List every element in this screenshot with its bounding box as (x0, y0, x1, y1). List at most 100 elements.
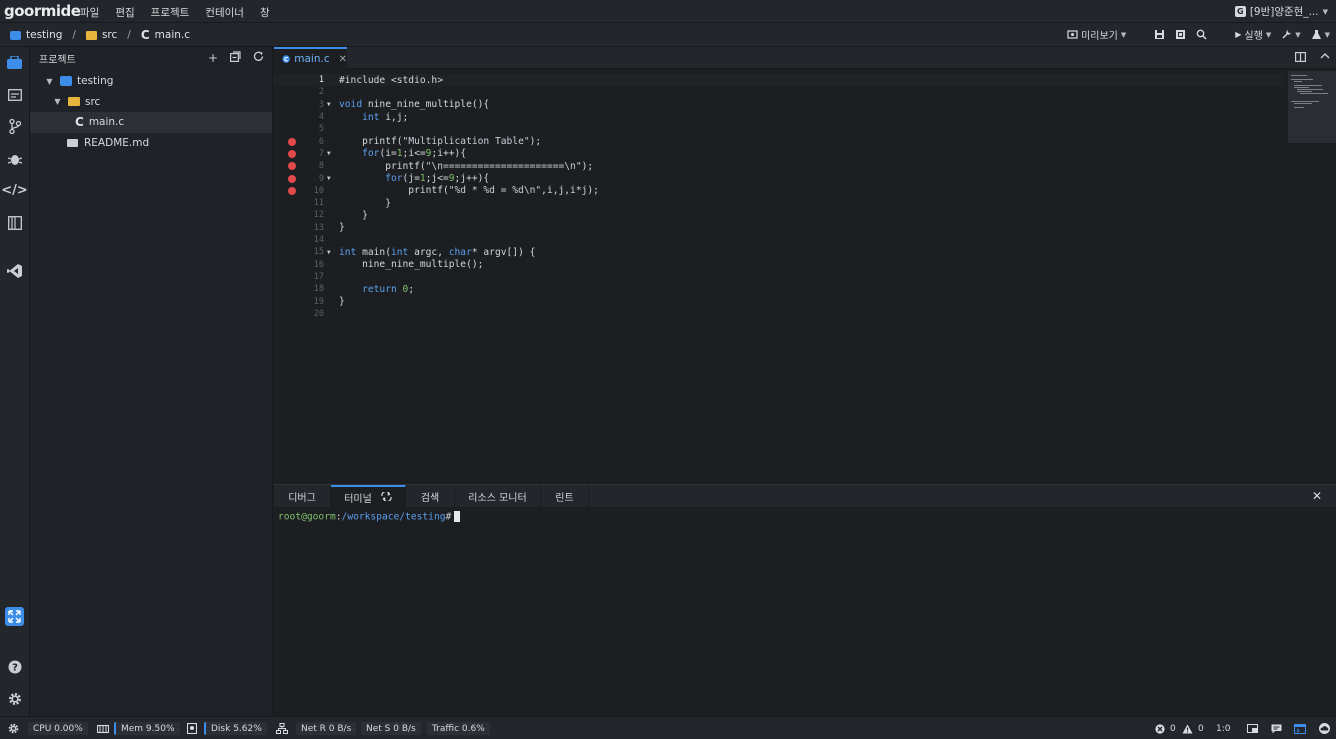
tree-item-file[interactable]: README.md (30, 133, 272, 154)
settings-gear-icon[interactable] (8, 722, 19, 735)
breadcrumb-project[interactable]: testing (26, 29, 62, 41)
code-line[interactable]: 16 nine_nine_multiple(); (274, 259, 1284, 271)
code-line[interactable]: 1 #include <stdio.h> (274, 74, 1284, 87)
line-number[interactable]: 10 (300, 186, 324, 196)
warning-count[interactable]: 0 (1182, 722, 1204, 735)
code-line[interactable]: 11 } (274, 197, 1284, 209)
line-number[interactable]: 1 (300, 75, 324, 85)
build-button[interactable]: ▼ (1281, 29, 1301, 40)
fold-chevron-icon[interactable]: ▼ (327, 249, 331, 256)
line-number[interactable]: 18 (300, 284, 324, 294)
code-line[interactable]: 14 (274, 234, 1284, 246)
code-line[interactable]: 4 int i,j; (274, 111, 1284, 123)
tree-item-project[interactable]: ▼ testing (30, 71, 272, 92)
code-line[interactable]: 18 return 0; (274, 283, 1284, 295)
fold-chevron-icon[interactable]: ▼ (327, 175, 331, 182)
fold-chevron-icon[interactable]: ▼ (327, 150, 331, 157)
breadcrumb-folder[interactable]: src (102, 29, 117, 41)
split-editor-icon[interactable] (1295, 52, 1307, 65)
code-line[interactable]: 15 ▼ int main(int argc, char* argv[]) { (274, 246, 1284, 258)
tree-item-folder[interactable]: ▼ src (30, 92, 272, 113)
line-number[interactable]: 16 (300, 260, 324, 270)
line-number[interactable]: 5 (300, 124, 324, 134)
line-number[interactable]: 12 (300, 210, 324, 220)
preview-button[interactable]: 미리보기 ▼ (1067, 27, 1126, 42)
search-icon[interactable] (1196, 29, 1207, 40)
line-number[interactable]: 19 (300, 297, 324, 307)
extensions-icon[interactable] (5, 213, 24, 232)
line-number[interactable]: 6 (300, 137, 324, 147)
line-number[interactable]: 15 (300, 247, 324, 257)
tab-terminal[interactable]: 터미널 (331, 485, 406, 508)
code-line[interactable]: 13} (274, 222, 1284, 234)
line-number[interactable]: 17 (300, 272, 324, 282)
menu-file[interactable]: 파일 (80, 5, 99, 20)
tab-debug[interactable]: 디버그 (274, 485, 331, 508)
code-icon[interactable]: </> (1, 181, 28, 200)
code-line[interactable]: 9 ▼ for(j=1;j<=9;j++){ (274, 172, 1284, 184)
add-icon[interactable]: + (208, 51, 218, 65)
line-number[interactable]: 4 (300, 112, 324, 122)
expand-icon[interactable] (5, 607, 24, 626)
tree-item-file[interactable]: C main.c (30, 112, 272, 133)
tab-lint[interactable]: 린트 (541, 485, 589, 508)
help-icon[interactable]: ? (5, 657, 24, 676)
breakpoint-icon[interactable] (288, 149, 296, 158)
menu-window[interactable]: 창 (260, 5, 270, 20)
line-number[interactable]: 2 (300, 87, 324, 97)
close-panel-icon[interactable]: ✕ (1312, 489, 1322, 503)
code-line[interactable]: 17 (274, 271, 1284, 283)
chat-icon[interactable] (1271, 722, 1282, 735)
breadcrumb-file[interactable]: main.c (155, 29, 190, 41)
cloud-icon[interactable] (1318, 722, 1331, 735)
settings-gear-icon[interactable] (5, 689, 24, 708)
breakpoint-icon[interactable] (288, 174, 296, 183)
chevron-up-icon[interactable] (1320, 51, 1330, 62)
refresh-icon[interactable] (253, 51, 264, 65)
code-line[interactable]: 7 ▼ for(i=1;i<=9;i++){ (274, 148, 1284, 160)
terminal[interactable]: root@goorm:/workspace/testing# (274, 507, 1336, 716)
code-line[interactable]: 12 } (274, 209, 1284, 221)
line-number[interactable]: 9 (300, 174, 324, 184)
save-icon[interactable] (1154, 29, 1165, 40)
code-line[interactable]: 2 (274, 86, 1284, 98)
project-explorer-icon[interactable] (5, 53, 24, 72)
error-count[interactable]: 0 (1155, 722, 1176, 735)
code-line[interactable]: 20 (274, 308, 1284, 320)
fold-chevron-icon[interactable]: ▼ (327, 101, 331, 108)
code-line[interactable]: 19} (274, 295, 1284, 307)
tab-main-c[interactable]: C main.c ✕ (274, 47, 347, 69)
tab-resource-monitor[interactable]: 리소스 모니터 (455, 485, 541, 508)
line-number[interactable]: 3 (300, 100, 324, 110)
code-editor[interactable]: 1 #include <stdio.h> 2 3 ▼ void nine_nine_mul… (274, 69, 1336, 482)
menu-container[interactable]: 컨테이너 (205, 5, 244, 20)
minimap[interactable] (1288, 71, 1336, 143)
menu-edit[interactable]: 편집 (115, 5, 134, 20)
run-button[interactable]: ▶ 실행 ▼ (1235, 27, 1271, 42)
line-number[interactable]: 14 (300, 235, 324, 245)
code-line[interactable]: 6 printf("Multiplication Table"); (274, 136, 1284, 148)
code-line[interactable]: 8 printf("\n=====================\n"); (274, 160, 1284, 172)
line-number[interactable]: 7 (300, 149, 324, 159)
line-number[interactable]: 13 (300, 223, 324, 233)
account-menu[interactable]: G [9반]양준현_... ▼ (1234, 4, 1328, 19)
layout-icon[interactable] (1247, 722, 1258, 735)
code-line[interactable]: 10 printf("%d * %d = %d\n",i,j,i*j); (274, 185, 1284, 197)
git-branch-icon[interactable] (5, 117, 24, 136)
breakpoint-icon[interactable] (288, 186, 296, 195)
line-number[interactable]: 20 (300, 309, 324, 319)
cursor-position[interactable]: 1:0 (1216, 722, 1230, 735)
menu-project[interactable]: 프로젝트 (151, 5, 190, 20)
save-all-icon[interactable] (1175, 29, 1186, 40)
collapse-all-icon[interactable] (230, 51, 241, 65)
breakpoint-icon[interactable] (288, 137, 296, 146)
vscode-icon[interactable] (5, 261, 24, 280)
tab-search[interactable]: 검색 (406, 485, 455, 508)
debug-run-button[interactable]: ▼ (1311, 29, 1330, 40)
line-number[interactable]: 11 (300, 198, 324, 208)
breakpoint-icon[interactable] (288, 162, 296, 171)
code-line[interactable]: 5 (274, 123, 1284, 135)
goormide-logo[interactable]: goormide (4, 2, 81, 20)
sync-icon[interactable] (381, 490, 392, 504)
terminal-toggle-icon[interactable] (1294, 722, 1306, 735)
